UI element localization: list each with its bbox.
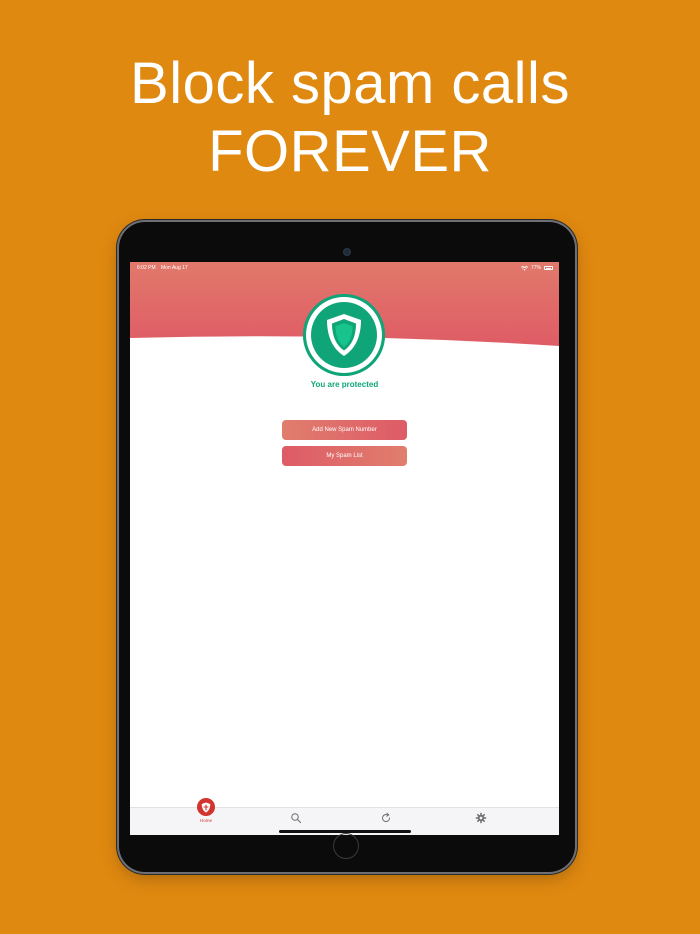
tab-bar: Home <box>130 798 559 835</box>
headline-line-1: Block spam calls <box>130 51 570 116</box>
front-camera <box>343 248 351 256</box>
battery-percent: 77% <box>530 265 541 271</box>
wifi-icon <box>520 265 528 271</box>
my-spam-list-button[interactable]: My Spam List <box>282 446 407 466</box>
gear-icon <box>475 812 487 824</box>
search-icon <box>291 813 302 824</box>
headline-line-2: FOREVER <box>208 119 492 184</box>
device-home-button[interactable] <box>333 833 359 859</box>
status-bar: 6:02 PM Mon Aug 17 77% <box>130 262 559 274</box>
add-spam-number-button[interactable]: Add New Spam Number <box>282 420 407 440</box>
status-time: 6:02 PM <box>137 265 156 271</box>
tab-home-label: Home <box>199 818 212 823</box>
status-right: 77% <box>520 262 553 274</box>
app-screen: 6:02 PM Mon Aug 17 77% You are protected… <box>130 262 559 835</box>
tab-settings[interactable] <box>461 808 501 835</box>
protection-badge <box>303 294 385 376</box>
refresh-icon <box>382 812 391 822</box>
protection-status-text: You are protected <box>310 380 379 389</box>
tablet-device-frame: 6:02 PM Mon Aug 17 77% You are protected… <box>119 222 575 872</box>
shield-icon <box>327 314 361 356</box>
status-date: Mon Aug 17 <box>161 265 188 271</box>
home-tab-badge <box>197 798 215 816</box>
tab-home[interactable]: Home <box>186 798 226 835</box>
shield-icon <box>201 802 211 812</box>
marketing-headline: Block spam calls FOREVER <box>0 50 700 186</box>
protection-badge-inner <box>311 302 377 368</box>
battery-icon <box>544 266 553 270</box>
